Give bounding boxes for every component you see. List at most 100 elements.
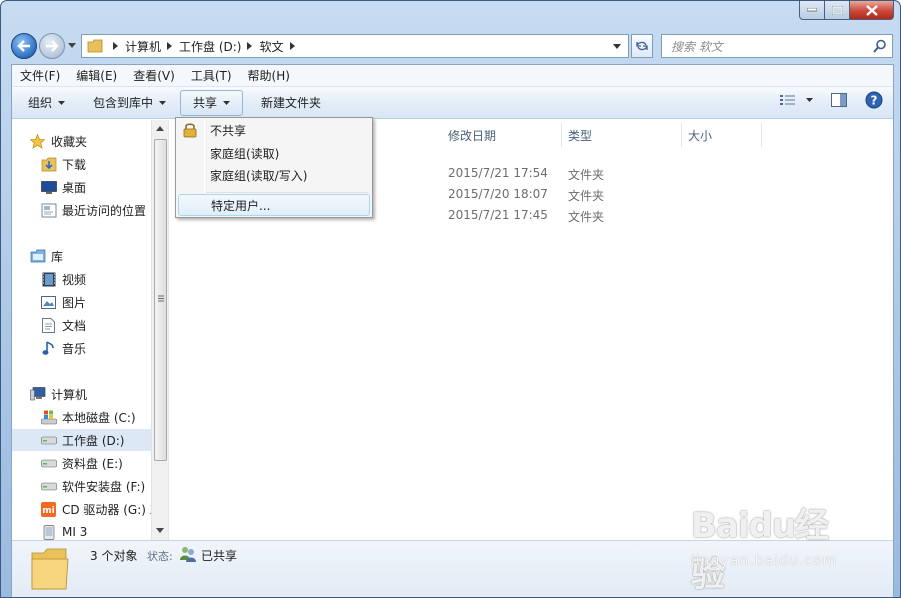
nav-desktop[interactable]: 桌面 <box>40 176 86 198</box>
nav-videos[interactable]: 视频 <box>40 268 86 290</box>
arrow-left-icon <box>17 40 30 52</box>
menu-file[interactable]: 文件(F) <box>20 67 60 84</box>
menu-item-label: 家庭组(读取) <box>210 146 280 161</box>
status-label: 状态: <box>147 550 173 563</box>
menu-edit[interactable]: 编辑(E) <box>76 67 117 84</box>
menu-item-specific-users[interactable]: 特定用户... <box>178 194 370 216</box>
nav-computer[interactable]: 计算机 <box>29 383 87 405</box>
nav-scrollbar[interactable] <box>151 120 168 540</box>
nav-label: 文档 <box>62 318 87 333</box>
status-value: 已共享 <box>201 549 238 563</box>
view-controls: ? <box>780 91 883 109</box>
scroll-up-icon[interactable] <box>156 126 164 131</box>
address-bar[interactable]: 计算机 工作盘 (D:) 软文 <box>81 34 629 58</box>
nav-drive-e[interactable]: 资料盘 (E:) <box>40 452 123 474</box>
close-button[interactable] <box>850 1 894 20</box>
column-label: 大小 <box>688 128 713 143</box>
menu-item-homegroup-readwrite[interactable]: 家庭组(读取/写入) <box>178 164 370 186</box>
share-button[interactable]: 共享 <box>180 89 244 116</box>
new-folder-button[interactable]: 新建文件夹 <box>253 90 329 116</box>
share-label: 共享 <box>193 96 218 110</box>
new-folder-label: 新建文件夹 <box>261 96 322 110</box>
computer-icon <box>29 387 45 401</box>
menu-item-label: 不共享 <box>210 123 247 138</box>
chevron-right-icon[interactable] <box>113 42 118 50</box>
chevron-right-icon[interactable] <box>167 42 173 50</box>
nav-favorites[interactable]: 收藏夹 <box>29 130 87 152</box>
address-history-button[interactable] <box>608 36 626 56</box>
menu-separator <box>206 192 368 193</box>
folder-icon <box>87 39 103 53</box>
nav-label: 最近访问的位置 <box>62 203 147 218</box>
search-icon[interactable] <box>873 39 887 53</box>
nav-pictures[interactable]: 图片 <box>40 291 86 313</box>
refresh-button[interactable] <box>631 34 653 58</box>
chevron-down-icon <box>159 100 167 105</box>
grip-icon <box>158 295 164 302</box>
minimize-button[interactable] <box>799 1 825 20</box>
menu-help[interactable]: 帮助(H) <box>248 67 290 84</box>
libraries-icon <box>30 249 45 263</box>
file-type: 文件夹 <box>568 168 605 182</box>
downloads-folder-icon <box>41 157 56 171</box>
baidu-watermark: Baidu经验 jingyan.baidu.com <box>691 498 861 595</box>
explorer-window: 计算机 工作盘 (D:) 软文 搜索 软文 文件(F) 编辑(E) 查看(V) … <box>0 0 901 598</box>
shared-users-icon <box>180 547 196 562</box>
column-header-date[interactable]: 修改日期 <box>442 123 562 147</box>
menu-tools[interactable]: 工具(T) <box>191 67 232 84</box>
nav-drive-d[interactable]: 工作盘 (D:) <box>12 429 151 451</box>
column-header-type[interactable]: 类型 <box>562 123 682 147</box>
breadcrumb-item[interactable]: 软文 <box>259 38 283 55</box>
search-input[interactable]: 搜索 软文 <box>661 34 893 58</box>
hard-drive-icon <box>40 482 57 490</box>
chevron-down-icon <box>58 100 66 105</box>
menu-view[interactable]: 查看(V) <box>133 67 175 84</box>
file-date: 2015/7/21 17:45 <box>448 208 548 222</box>
pictures-icon <box>41 295 56 309</box>
forward-button[interactable] <box>39 33 65 59</box>
breadcrumb-item[interactable]: 工作盘 (D:) <box>179 38 241 55</box>
nav-label: 收藏夹 <box>51 134 88 149</box>
nav-label: MI 3 <box>62 525 88 539</box>
nav-music[interactable]: 音乐 <box>40 337 86 359</box>
nav-documents[interactable]: 文档 <box>40 314 86 336</box>
nav-label: 桌面 <box>62 180 87 195</box>
recent-places-icon <box>41 203 56 217</box>
menu-item-label: 家庭组(读取/写入) <box>210 168 308 183</box>
svg-text:?: ? <box>871 94 878 108</box>
scroll-thumb[interactable] <box>154 139 167 461</box>
nav-drive-g[interactable]: mi CD 驱动器 (G:) X <box>40 498 158 520</box>
organize-label: 组织 <box>28 96 53 110</box>
share-menu: 不共享 家庭组(读取) 家庭组(读取/写入) 特定用户... <box>175 117 373 218</box>
include-library-button[interactable]: 包含到库中 <box>85 90 174 116</box>
menu-item-no-share[interactable]: 不共享 <box>178 119 370 141</box>
breadcrumb-item[interactable]: 计算机 <box>125 38 161 55</box>
hard-drive-icon <box>40 459 57 467</box>
chevron-down-icon[interactable] <box>68 43 76 48</box>
svg-text:mi: mi <box>42 506 54 516</box>
nav-drive-c[interactable]: 本地磁盘 (C:) <box>40 406 136 428</box>
nav-recent-places[interactable]: 最近访问的位置 <box>40 199 146 221</box>
mi-drive-icon: mi <box>41 501 56 517</box>
column-header-size[interactable]: 大小 <box>682 123 762 147</box>
back-button[interactable] <box>11 33 37 59</box>
nav-label: 资料盘 (E:) <box>62 456 123 471</box>
chevron-right-icon[interactable] <box>247 42 253 50</box>
nav-libraries[interactable]: 库 <box>29 245 63 267</box>
nav-label: 本地磁盘 (C:) <box>62 410 136 425</box>
command-bar: 组织 包含到库中 共享 新建文件夹 ? <box>12 87 893 119</box>
video-icon <box>42 272 55 286</box>
organize-button[interactable]: 组织 <box>20 90 73 116</box>
maximize-button[interactable] <box>825 1 850 20</box>
nav-downloads[interactable]: 下载 <box>40 153 86 175</box>
nav-drive-f[interactable]: 软件安装盘 (F:) <box>40 475 145 497</box>
scroll-down-icon[interactable] <box>156 528 164 533</box>
help-icon[interactable]: ? <box>865 91 883 109</box>
change-view-button[interactable] <box>780 94 813 106</box>
include-library-label: 包含到库中 <box>93 96 154 110</box>
menu-item-homegroup-read[interactable]: 家庭组(读取) <box>178 142 370 164</box>
nav-label: 软件安装盘 (F:) <box>62 479 146 494</box>
preview-pane-icon[interactable] <box>831 93 847 107</box>
nav-mi3[interactable]: MI 3 <box>40 521 87 540</box>
chevron-right-icon[interactable] <box>289 42 295 50</box>
